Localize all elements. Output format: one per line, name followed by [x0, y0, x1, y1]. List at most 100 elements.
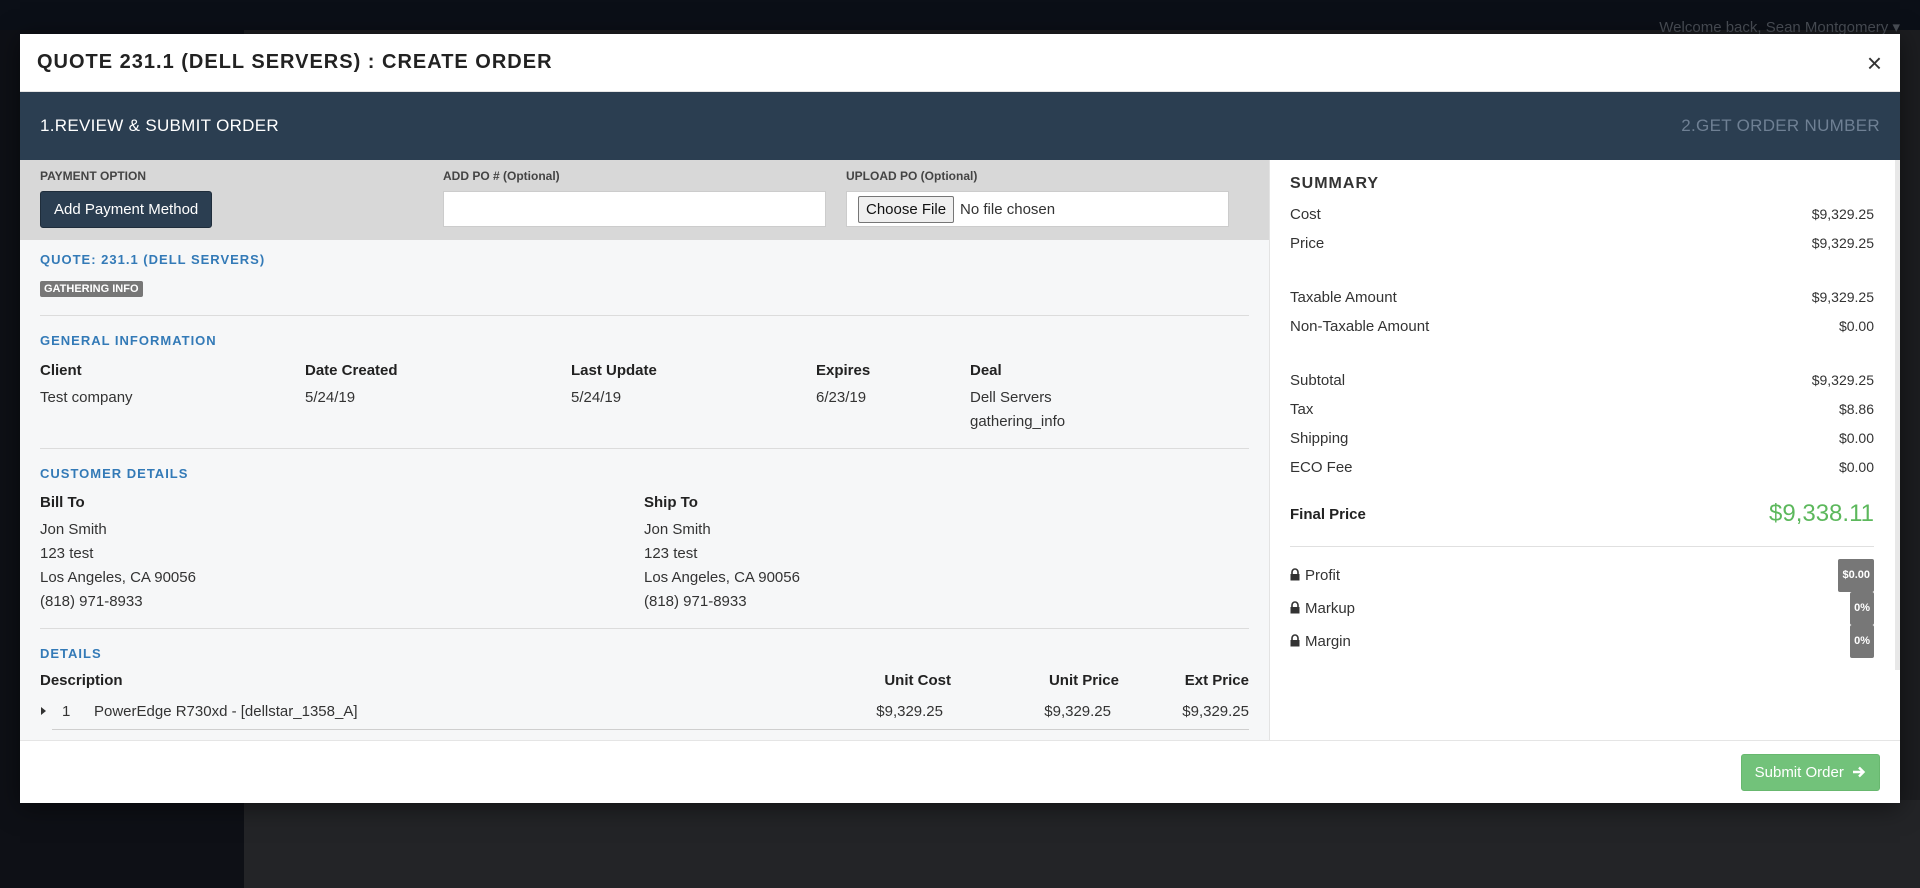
unit-price-header: Unit Price — [1048, 672, 1119, 689]
table-row[interactable]: 1 PowerEdge R730xd - [dellstar_1358_A] $… — [40, 703, 1249, 720]
markup-badge: 0% — [1850, 592, 1874, 625]
bill-to-block: Bill To Jon Smith 123 test Los Angeles, … — [40, 494, 644, 614]
profit-badge: $0.00 — [1838, 559, 1874, 592]
customer-addresses: Bill To Jon Smith 123 test Los Angeles, … — [40, 494, 1249, 614]
cost-value: $9,329.25 — [1811, 206, 1874, 222]
profit-label: Profit — [1305, 567, 1341, 584]
eco-fee-value: $0.00 — [1838, 459, 1874, 475]
summary-price-row: Price $9,329.25 — [1290, 229, 1874, 258]
modal-scrollbar[interactable] — [1895, 160, 1900, 670]
divider — [40, 315, 1249, 316]
add-payment-method-button[interactable]: Add Payment Method — [40, 191, 213, 228]
ship-to-city: Los Angeles, CA 90056 — [644, 569, 800, 586]
bill-to-phone: (818) 971-8933 — [40, 593, 143, 610]
po-number-label: ADD PO # (Optional) — [443, 169, 560, 183]
general-information-grid: Client Test company Date Created 5/24/19… — [40, 362, 1249, 434]
divider — [40, 628, 1249, 629]
upload-po-field[interactable]: Choose File No file chosen — [846, 191, 1229, 227]
price-label: Price — [1290, 235, 1325, 252]
create-order-modal: QUOTE 231.1 (DELL SERVERS) : CREATE ORDE… — [20, 34, 1900, 803]
deal-stage: gathering_info — [970, 413, 1066, 430]
expires-value: 6/23/19 — [816, 389, 867, 406]
summary-taxable-row: Taxable Amount $9,329.25 — [1290, 283, 1874, 312]
ship-to-phone: (818) 971-8933 — [644, 593, 747, 610]
summary-shipping-row: Shipping $0.00 — [1290, 424, 1874, 453]
ship-to-street: 123 test — [644, 545, 698, 562]
submit-order-button[interactable]: Submit Order — [1740, 753, 1880, 791]
bill-to-name: Jon Smith — [40, 521, 107, 538]
unit-cost-header: Unit Cost — [884, 672, 951, 689]
cost-label: Cost — [1290, 206, 1321, 223]
description-header: Description — [40, 672, 123, 689]
close-icon[interactable]: × — [1867, 50, 1882, 76]
ship-to-block: Ship To Jon Smith 123 test Los Angeles, … — [644, 494, 1248, 614]
ship-to-label: Ship To — [644, 494, 698, 511]
final-price-label: Final Price — [1290, 505, 1366, 523]
shipping-label: Shipping — [1290, 430, 1349, 447]
line-description: PowerEdge R730xd - [dellstar_1358_A] — [94, 703, 358, 720]
eco-fee-label: ECO Fee — [1290, 459, 1353, 476]
summary-eco-fee-row: ECO Fee $0.00 — [1290, 453, 1874, 482]
client-label: Client — [40, 362, 82, 379]
line-unit-cost: $9,329.25 — [876, 703, 943, 720]
quote-title: QUOTE: 231.1 (DELL SERVERS) — [40, 252, 266, 267]
summary-panel: SUMMARY Cost $9,329.25 Price $9,329.25 T… — [1269, 160, 1900, 740]
markup-label: Markup — [1305, 600, 1356, 617]
divider — [40, 448, 1249, 449]
status-badge: GATHERING INFO — [40, 281, 143, 297]
choose-file-button[interactable]: Choose File — [858, 195, 955, 223]
shipping-value: $0.00 — [1838, 430, 1874, 446]
expires-label: Expires — [816, 362, 871, 379]
margin-badge: 0% — [1850, 625, 1874, 658]
summary-nontaxable-row: Non-Taxable Amount $0.00 — [1290, 312, 1874, 341]
steps-bar: 1.REVIEW & SUBMIT ORDER 2.GET ORDER NUMB… — [20, 92, 1900, 160]
summary-title: SUMMARY — [1290, 175, 1380, 192]
markup-row: Markup 0% — [1290, 592, 1874, 625]
upload-po-label: UPLOAD PO (Optional) — [846, 169, 978, 183]
last-update-value: 5/24/19 — [571, 389, 622, 406]
last-update-label: Last Update — [571, 362, 657, 379]
file-status-text: No file chosen — [960, 200, 1056, 218]
line-quantity: 1 — [62, 703, 71, 720]
taxable-value: $9,329.25 — [1811, 289, 1874, 305]
po-number-group: ADD PO # (Optional) — [443, 169, 846, 240]
step-get-order-number: 2.GET ORDER NUMBER — [1681, 116, 1880, 135]
ship-to-name: Jon Smith — [644, 521, 711, 538]
customer-details-title: CUSTOMER DETAILS — [40, 466, 189, 481]
bill-to-label: Bill To — [40, 494, 85, 511]
step-review-submit: 1.REVIEW & SUBMIT ORDER — [40, 116, 279, 135]
general-information-title: GENERAL INFORMATION — [40, 333, 217, 348]
po-number-input[interactable] — [443, 191, 826, 227]
profit-row: Profit $0.00 — [1290, 559, 1874, 592]
upload-po-group: UPLOAD PO (Optional) Choose File No file… — [846, 169, 1249, 240]
divider — [1290, 546, 1874, 547]
order-details-panel: PAYMENT OPTION Add Payment Method ADD PO… — [20, 160, 1269, 740]
modal-title: QUOTE 231.1 (DELL SERVERS) : CREATE ORDE… — [37, 51, 553, 73]
lock-icon — [1290, 601, 1300, 614]
line-unit-price: $9,329.25 — [1044, 703, 1111, 720]
payment-option-group: PAYMENT OPTION Add Payment Method — [40, 169, 443, 240]
details-title: DETAILS — [40, 646, 102, 661]
divider — [52, 729, 1249, 730]
margin-row: Margin 0% — [1290, 625, 1874, 658]
app-topbar: Welcome back, Sean Montgomery ▾ — [0, 0, 1920, 36]
tax-label: Tax — [1290, 401, 1314, 418]
nontaxable-value: $0.00 — [1838, 318, 1874, 334]
price-value: $9,329.25 — [1811, 235, 1874, 251]
order-options-bar: PAYMENT OPTION Add Payment Method ADD PO… — [20, 160, 1269, 240]
modal-footer: Submit Order — [20, 740, 1900, 803]
deal-label: Deal — [970, 362, 1002, 379]
tax-value: $8.86 — [1838, 401, 1874, 417]
summary-cost-row: Cost $9,329.25 — [1290, 200, 1874, 229]
expand-row-icon[interactable] — [40, 703, 62, 720]
submit-order-label: Submit Order — [1754, 763, 1844, 781]
margin-label: Margin — [1305, 633, 1351, 650]
bill-to-city: Los Angeles, CA 90056 — [40, 569, 196, 586]
arrow-right-icon — [1853, 766, 1866, 777]
final-price-value: $9,338.11 — [1769, 500, 1874, 527]
modal-header: QUOTE 231.1 (DELL SERVERS) : CREATE ORDE… — [20, 34, 1900, 92]
lock-icon — [1290, 634, 1300, 647]
line-ext-price: $9,329.25 — [1182, 703, 1249, 720]
app-main-area — [244, 800, 1920, 888]
details-table-header: Description Unit Cost Unit Price Ext Pri… — [40, 672, 1249, 689]
